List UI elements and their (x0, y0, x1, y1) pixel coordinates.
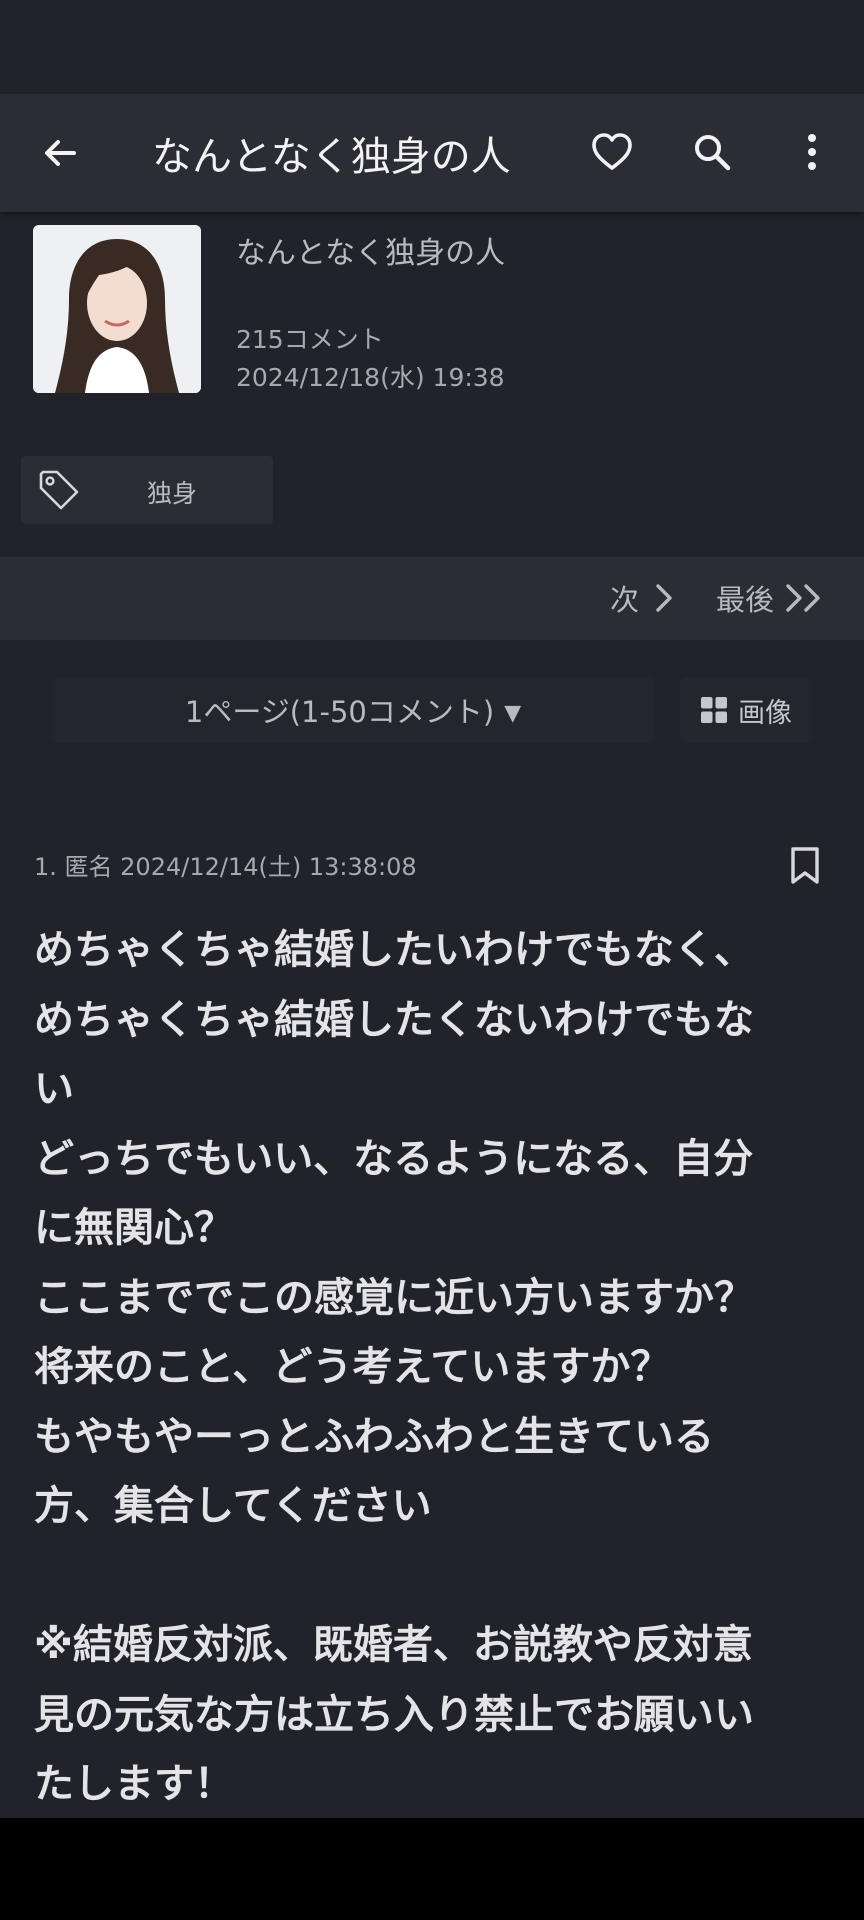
comment-line: めちゃくちゃ結婚したいわけでもなく、 (34, 927, 754, 973)
chevron-right-icon (656, 584, 672, 612)
topic-thumbnail[interactable] (33, 225, 201, 393)
back-arrow-icon (45, 140, 76, 166)
comment-line: 将来のこと、どう考えていますか？ (34, 1344, 671, 1390)
comment-line: もやもやーっとふわふわと生きている (34, 1413, 714, 1460)
page-selector[interactable]: 1ページ(1-50コメント) ▼ (52, 677, 654, 743)
last-page-button[interactable]: 最後 (716, 575, 830, 621)
comment-body: めちゃくちゃ結婚したいわけでもなく、 めちゃくちゃ結婚したくないわけでもな い … (34, 916, 824, 1820)
comment-line: に無関心？ (34, 1205, 234, 1251)
more-vert-icon (808, 134, 816, 170)
tag-icon (39, 470, 79, 510)
page-selector-value: 1ページ(1-50コメント) (184, 695, 495, 729)
double-chevron-right-icon (786, 584, 820, 612)
status-bar (0, 0, 864, 94)
comment-line: たします！ (34, 1761, 234, 1807)
last-label: 最後 (716, 583, 775, 617)
heart-icon (592, 133, 632, 170)
comment-meta: 1. 匿名 2024/12/14(土) 13:38:08 (34, 853, 417, 881)
search-button[interactable] (680, 120, 744, 184)
bookmark-icon (791, 847, 819, 884)
system-navigation-bar (0, 1818, 864, 1920)
grid-icon (701, 697, 727, 723)
search-icon (695, 135, 731, 171)
next-page-button[interactable]: 次 (610, 575, 681, 621)
image-view-label: 画像 (738, 697, 792, 729)
next-label: 次 (610, 583, 640, 617)
more-options-button[interactable] (780, 120, 844, 184)
page-title: なんとなく独身の人 (152, 134, 511, 180)
woman-portrait-image (33, 225, 201, 393)
image-view-button[interactable]: 画像 (680, 677, 812, 743)
comment-line: い (34, 1066, 74, 1112)
favorite-button[interactable] (580, 120, 644, 184)
topic-date: 2024/12/18(水) 19:38 (236, 363, 505, 392)
app-bar: なんとなく独身の人 (0, 94, 864, 212)
dropdown-caret-icon: ▼ (504, 700, 522, 726)
comment-line: ※結婚反対派、既婚者、お説教や反対意 (34, 1622, 753, 1668)
pager-bar: 次 最後 (0, 557, 864, 640)
tag-label: 独身 (147, 479, 198, 508)
comment-count: 215コメント (236, 325, 384, 354)
comment-line: 方、集合してください (34, 1483, 432, 1529)
comment-line: 見の元気な方は立ち入り禁止でお願いい (34, 1691, 754, 1738)
comment-line: ここまででこの感覚に近い方いますか？ (34, 1274, 754, 1321)
topic-title: なんとなく独身の人 (236, 236, 506, 271)
bookmark-button[interactable] (788, 846, 822, 886)
back-button[interactable] (32, 122, 88, 184)
comment-line-blank (34, 1542, 824, 1612)
comment-line: めちゃくちゃ結婚したくないわけでもな (34, 996, 754, 1043)
comment-line: どっちでもいい、なるようになる、自分 (34, 1135, 754, 1182)
tag-chip[interactable]: 独身 (21, 456, 273, 524)
